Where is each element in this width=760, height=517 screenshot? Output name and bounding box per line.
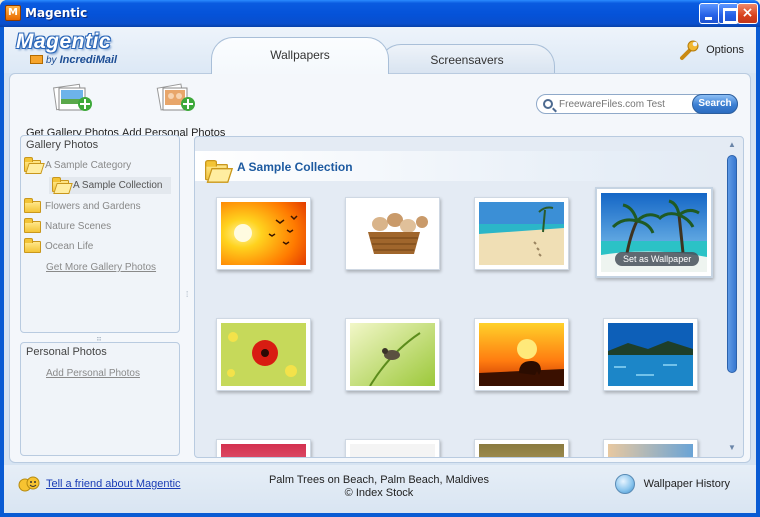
- thumbnail-lake-reflection[interactable]: [603, 318, 698, 391]
- tree-item-label: Flowers and Gardens: [45, 201, 141, 212]
- sunset-birds-image: [221, 202, 306, 265]
- tree-item-a-sample-category[interactable]: A Sample Category: [24, 156, 132, 174]
- thumbnail-row3-1[interactable]: [216, 439, 311, 457]
- get-more-gallery-photos-link[interactable]: Get More Gallery Photos: [46, 259, 156, 276]
- thumbnail-red-poppy[interactable]: [216, 318, 311, 391]
- title-bar[interactable]: M Magentic ×: [0, 0, 760, 27]
- search-input[interactable]: [559, 97, 689, 112]
- logo-subtitle: by IncrediMail: [30, 54, 117, 66]
- history-globe-icon: [614, 474, 635, 494]
- tell-a-friend-link[interactable]: Tell a friend about Magentic: [46, 478, 181, 490]
- search-button[interactable]: Search: [692, 94, 738, 114]
- main-panel: Get Gallery Photos Add Personal Photos F…: [9, 73, 751, 463]
- options-button[interactable]: Options: [678, 39, 744, 61]
- options-label: Options: [706, 44, 744, 56]
- thumbnail-row3-3[interactable]: [474, 439, 569, 457]
- scroll-down-arrow-icon[interactable]: ▼: [727, 443, 737, 453]
- add-personal-photos-link-label: Add Personal Photos: [46, 368, 140, 379]
- personal-photos-title: Personal Photos: [26, 346, 107, 358]
- wallpaper-caption: Palm Trees on Beach, Palm Beach, Maldive…: [234, 474, 524, 500]
- thumbnail-image: [608, 444, 693, 457]
- add-personal-photos-button[interactable]: Add Personal Photos: [122, 82, 225, 139]
- scrollbar-thumb[interactable]: [727, 155, 737, 373]
- tell-a-friend[interactable]: Tell a friend about Magentic: [18, 475, 181, 493]
- collection-folder-icon: [205, 159, 228, 181]
- wallpaper-history-button[interactable]: Wallpaper History: [614, 474, 730, 494]
- get-more-gallery-photos-label: Get More Gallery Photos: [46, 262, 157, 273]
- footer: Tell a friend about Magentic Palm Trees …: [4, 465, 756, 513]
- gallery-area: A Sample Collection Set as Wallpaper ▲ ▼: [194, 136, 744, 458]
- envelope-icon: [30, 55, 43, 64]
- caption-title: Palm Trees on Beach, Palm Beach, Maldive…: [268, 474, 490, 486]
- logo-by: by: [46, 55, 57, 66]
- tree-item-label: Ocean Life: [45, 241, 94, 252]
- vertical-splitter-handle[interactable]: ⁞: [186, 290, 188, 299]
- thumbnail-image: [221, 444, 306, 457]
- maximize-button[interactable]: [718, 3, 739, 24]
- caption-credit: © Index Stock: [344, 487, 414, 499]
- close-icon: ×: [741, 5, 754, 21]
- gallery-photos-title: Gallery Photos: [26, 139, 99, 151]
- elephant-sunset-image: [479, 323, 564, 386]
- gallery-scrollbar[interactable]: ▲ ▼: [725, 137, 739, 457]
- window-title: Magentic: [25, 6, 88, 20]
- thumbnail-image: [479, 444, 564, 457]
- puppies-basket-image: [350, 202, 435, 265]
- tab-screensavers[interactable]: Screensavers: [379, 44, 555, 73]
- thumbnail-beach-footprints[interactable]: [474, 197, 569, 270]
- bird-on-grass-image: [350, 323, 435, 387]
- tree-item-ocean-life[interactable]: Ocean Life: [24, 237, 94, 255]
- tree-item-a-sample-collection[interactable]: A Sample Collection: [49, 176, 171, 194]
- lake-reflection-image: [608, 323, 693, 386]
- scroll-up-arrow-icon[interactable]: ▲: [727, 140, 737, 150]
- app-window: M Magentic × Magentic by IncrediMail Wal…: [0, 0, 760, 517]
- tree-item-nature-scenes[interactable]: Nature Scenes: [24, 217, 112, 235]
- folder-icon: [24, 217, 41, 233]
- wallpaper-history-label: Wallpaper History: [643, 478, 730, 490]
- tree-item-label: A Sample Collection: [73, 180, 163, 191]
- tree-item-label: A Sample Category: [45, 160, 132, 171]
- thumbnail-bird-on-grass[interactable]: [345, 318, 440, 391]
- tree-item-label: Nature Scenes: [45, 221, 112, 232]
- minimize-button[interactable]: [699, 3, 720, 24]
- search-icon: [543, 99, 553, 109]
- thumbnail-elephant-sunset[interactable]: [474, 318, 569, 391]
- collection-title: A Sample Collection: [237, 160, 353, 174]
- gallery-photos-panel: Gallery Photos A Sample Category A Sampl…: [20, 135, 180, 333]
- app-icon: M: [5, 5, 21, 21]
- thumbnail-image: [350, 444, 435, 457]
- client-area: Magentic by IncrediMail Wallpapers Scree…: [4, 27, 756, 513]
- folder-icon: [24, 237, 41, 253]
- tab-wallpapers[interactable]: Wallpapers: [211, 37, 389, 74]
- folder-open-icon: [52, 176, 69, 192]
- smiley-icon: [18, 476, 40, 492]
- red-poppy-image: [221, 323, 306, 386]
- thumbnail-palm-trees-beach[interactable]: Set as Wallpaper: [595, 187, 713, 278]
- set-as-wallpaper-button[interactable]: Set as Wallpaper: [615, 252, 700, 266]
- thumbnail-puppies-basket[interactable]: [345, 197, 440, 270]
- beach-footprints-image: [479, 202, 564, 265]
- header: Magentic by IncrediMail Wallpapers Scree…: [4, 27, 756, 74]
- gallery-photos-icon: [53, 83, 93, 111]
- get-gallery-photos-button[interactable]: Get Gallery Photos: [26, 82, 119, 139]
- tree-item-flowers-and-gardens[interactable]: Flowers and Gardens: [24, 197, 141, 215]
- collection-header: A Sample Collection: [195, 151, 720, 181]
- folder-open-icon: [24, 156, 41, 172]
- logo-brand: IncrediMail: [59, 54, 118, 66]
- thumbnail-row3-2[interactable]: [345, 439, 440, 457]
- thumbnail-row3-4[interactable]: [603, 439, 698, 457]
- folder-icon: [24, 197, 41, 213]
- add-personal-photos-link[interactable]: Add Personal Photos: [46, 365, 140, 382]
- thumbnail-sunset-birds[interactable]: [216, 197, 311, 270]
- close-button[interactable]: ×: [737, 3, 758, 24]
- wrench-icon: [680, 40, 699, 60]
- search-box: Search: [536, 94, 738, 114]
- personal-photos-panel: Personal Photos Add Personal Photos: [20, 342, 180, 456]
- logo: Magentic by IncrediMail: [16, 30, 117, 66]
- personal-photos-icon: [156, 83, 195, 111]
- logo-title: Magentic: [16, 30, 112, 53]
